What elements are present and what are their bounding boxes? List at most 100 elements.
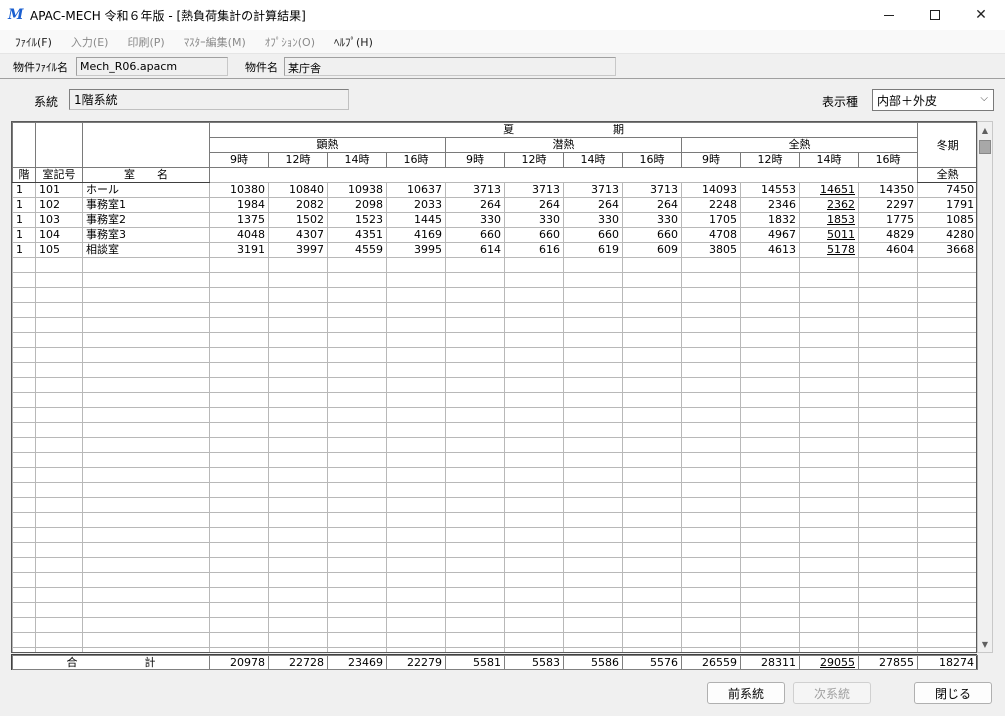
- menu-master-edit[interactable]: ﾏｽﾀｰ編集(M): [184, 34, 246, 50]
- cell-sensible: [386, 452, 446, 468]
- minimize-button[interactable]: [866, 0, 912, 30]
- table-row[interactable]: [12, 257, 976, 273]
- table-row[interactable]: [12, 332, 976, 348]
- table-row[interactable]: [12, 422, 976, 438]
- table-row[interactable]: 1 101 ホール 10380 10840 10938 10637 3713 3713 3713 3…: [12, 182, 976, 198]
- cell-room-no: [35, 377, 83, 393]
- cell-total: [799, 272, 859, 288]
- cell-sensible: [268, 602, 328, 618]
- cell-room-name: [82, 362, 210, 378]
- totals-row: 合 計 20978 22728 23469 22279 5581 5583 5586 5576…: [11, 654, 978, 670]
- table-row[interactable]: [12, 317, 976, 333]
- cell-latent: [504, 362, 564, 378]
- prev-system-button[interactable]: 前系統: [707, 682, 785, 704]
- cell-room-no: [35, 452, 83, 468]
- table-row[interactable]: [12, 482, 976, 498]
- cell-sensible: [327, 272, 387, 288]
- cell-room-no: [35, 272, 83, 288]
- cell-total: [857, 377, 919, 393]
- cell-total: 5178: [799, 242, 859, 258]
- table-row[interactable]: [12, 572, 976, 588]
- cell-winter: [917, 482, 976, 498]
- cell-total: [740, 512, 800, 528]
- table-row[interactable]: [12, 557, 976, 573]
- table-row[interactable]: [12, 272, 976, 288]
- close-button[interactable]: 閉じる: [914, 682, 992, 704]
- table-row[interactable]: [12, 512, 976, 528]
- menu-option[interactable]: ｵﾌﾟｼｮﾝ(O): [265, 34, 315, 50]
- cell-latent: [563, 557, 623, 573]
- table-row[interactable]: [12, 587, 976, 603]
- table-row[interactable]: [12, 527, 976, 543]
- cell-sensible: [386, 317, 446, 333]
- table-row[interactable]: [12, 347, 976, 363]
- table-row[interactable]: [12, 377, 976, 393]
- table-row[interactable]: [12, 452, 976, 468]
- table-row[interactable]: [12, 392, 976, 408]
- cell-sensible: [386, 587, 446, 603]
- results-grid[interactable]: 夏 期 冬期 顕熱 潜熱 全熱 9時 12時 14時 16時 9時 12時 14時 16時 9時…: [11, 121, 977, 653]
- menu-file[interactable]: ﾌｧｲﾙ(F): [15, 34, 52, 50]
- menu-help[interactable]: ﾍﾙﾌﾟ(H): [334, 34, 373, 50]
- table-row[interactable]: 1 105 相談室 3191 3997 4559 3995 614 616 619 609 3805 4…: [12, 242, 976, 258]
- scroll-down-arrow-icon[interactable]: ▼: [978, 636, 992, 652]
- cell-room-no: [35, 362, 83, 378]
- cell-latent: [563, 512, 623, 528]
- cell-floor: [12, 572, 36, 588]
- cell-sensible: [327, 302, 387, 318]
- cell-floor: [12, 542, 36, 558]
- time-header-total-0: 9時: [681, 152, 741, 168]
- close-window-button[interactable]: ✕: [958, 0, 1004, 30]
- menu-print[interactable]: 印刷(P): [127, 34, 164, 50]
- menu-input[interactable]: 入力(E): [71, 34, 109, 50]
- cell-latent: [563, 617, 623, 633]
- cell-room-no: [35, 302, 83, 318]
- scroll-thumb[interactable]: [979, 140, 991, 154]
- cell-room-name: [82, 647, 210, 652]
- cell-sensible: [268, 572, 328, 588]
- scroll-up-arrow-icon[interactable]: ▲: [978, 122, 992, 138]
- cell-latent: [622, 647, 682, 652]
- cell-total: [681, 497, 741, 513]
- table-row[interactable]: [12, 497, 976, 513]
- display-type-select[interactable]: 内部＋外皮 ⌵: [872, 89, 994, 111]
- cell-sensible: [327, 557, 387, 573]
- cell-latent: [504, 602, 564, 618]
- cell-total: 2346: [740, 197, 800, 213]
- cell-latent: [445, 272, 505, 288]
- vertical-scrollbar[interactable]: ▲ ▼: [977, 121, 993, 653]
- maximize-button[interactable]: [912, 0, 958, 30]
- table-row[interactable]: [12, 617, 976, 633]
- cell-latent: 3713: [504, 182, 564, 198]
- cell-winter: [917, 512, 976, 528]
- cell-room-name: [82, 482, 210, 498]
- table-row[interactable]: [12, 302, 976, 318]
- table-row[interactable]: [12, 602, 976, 618]
- cell-sensible: 3997: [268, 242, 328, 258]
- table-row[interactable]: 1 103 事務室2 1375 1502 1523 1445 330 330 330 330 1705…: [12, 212, 976, 228]
- table-row[interactable]: [12, 632, 976, 648]
- table-row[interactable]: [12, 287, 976, 303]
- table-row[interactable]: [12, 467, 976, 483]
- cell-total: [681, 347, 741, 363]
- table-row[interactable]: 1 104 事務室3 4048 4307 4351 4169 660 660 660 660 4708…: [12, 227, 976, 243]
- cell-latent: [504, 542, 564, 558]
- cell-room-name: [82, 557, 210, 573]
- table-row[interactable]: [12, 407, 976, 423]
- cell-sensible: [327, 347, 387, 363]
- table-row[interactable]: [12, 542, 976, 558]
- next-system-button[interactable]: 次系統: [793, 682, 871, 704]
- cell-total: [857, 542, 919, 558]
- table-row[interactable]: 1 102 事務室1 1984 2082 2098 2033 264 264 264 264 2248…: [12, 197, 976, 213]
- room-no-header: 室記号: [35, 167, 83, 183]
- table-row[interactable]: [12, 362, 976, 378]
- cell-latent: [563, 497, 623, 513]
- cell-total: [799, 452, 859, 468]
- cell-room-name: [82, 257, 210, 273]
- cell-total: [799, 287, 859, 303]
- cell-total: [857, 557, 919, 573]
- total-cell-latent: 5583: [504, 655, 564, 670]
- cell-winter: [917, 332, 976, 348]
- table-row[interactable]: [12, 647, 976, 652]
- table-row[interactable]: [12, 437, 976, 453]
